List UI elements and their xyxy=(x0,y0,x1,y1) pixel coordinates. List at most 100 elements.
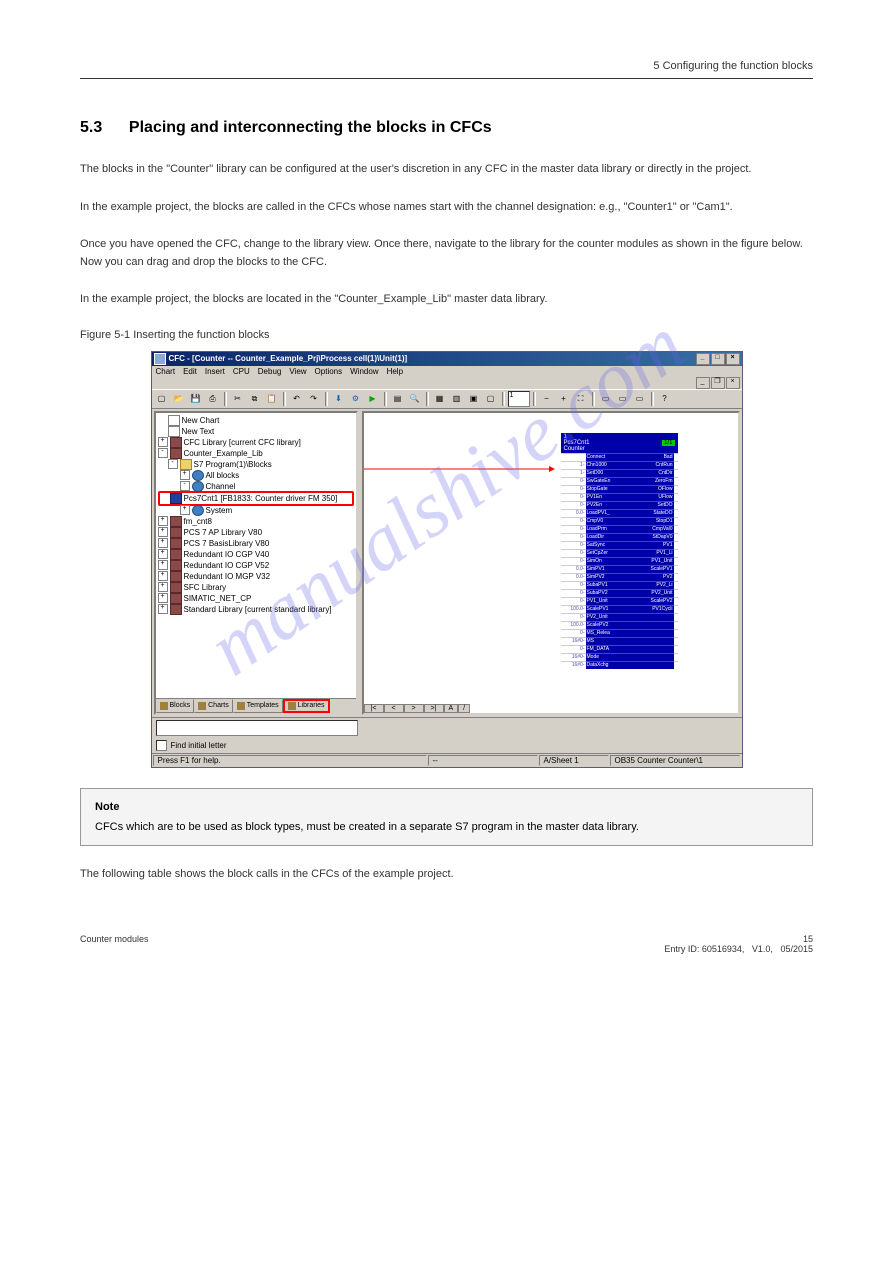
tree-item[interactable]: +All blocks xyxy=(158,470,354,481)
undo-icon[interactable]: ↶ xyxy=(289,391,305,407)
nav-prev-icon[interactable]: < xyxy=(384,704,404,713)
download-icon[interactable]: ⬇ xyxy=(331,391,347,407)
print-icon[interactable]: ⎙ xyxy=(205,391,221,407)
menu-help[interactable]: Help xyxy=(387,367,403,376)
zoom-out-icon[interactable]: − xyxy=(539,391,555,407)
tool3-icon[interactable]: ▭ xyxy=(632,391,648,407)
cut-icon[interactable]: ✂ xyxy=(230,391,246,407)
menu-view[interactable]: View xyxy=(289,367,306,376)
expand-icon[interactable]: + xyxy=(158,571,168,581)
expand-icon[interactable]: + xyxy=(158,437,168,447)
layout2-icon[interactable]: ▥ xyxy=(449,391,465,407)
block-io-row[interactable]: 0.0-LoadPV1_StateDO xyxy=(561,509,678,517)
block-io-row[interactable]: 100.0-ScalePV1PV1Cycli xyxy=(561,605,678,613)
layout1-icon[interactable]: ▦ xyxy=(432,391,448,407)
menu-debug[interactable]: Debug xyxy=(258,367,282,376)
expand-icon[interactable]: + xyxy=(158,538,168,548)
mdi-restore-button[interactable]: ❐ xyxy=(711,377,725,389)
tree-item[interactable]: New Chart xyxy=(158,415,354,426)
block-io-row[interactable]: 0-PV1_UnitScalePV2 xyxy=(561,597,678,605)
block-io-row[interactable]: 0-CmpV0StopD1 xyxy=(561,517,678,525)
copy-icon[interactable]: ⧉ xyxy=(247,391,263,407)
collapse-icon[interactable]: - xyxy=(180,481,190,491)
expand-icon[interactable]: + xyxy=(158,582,168,592)
save-icon[interactable]: 💾 xyxy=(188,391,204,407)
expand-icon[interactable]: + xyxy=(158,593,168,603)
mdi-close-button[interactable]: × xyxy=(726,377,740,389)
block-io-row[interactable]: ConnectBad xyxy=(561,453,678,461)
block-io-row[interactable]: 0-SwGateEnZeroFm xyxy=(561,477,678,485)
expand-icon[interactable]: + xyxy=(158,560,168,570)
find-icon[interactable]: 🔍 xyxy=(407,391,423,407)
menu-options[interactable]: Options xyxy=(315,367,343,376)
block-io-row[interactable]: 0-SubaPV2PV2_Unit xyxy=(561,589,678,597)
nav-first-icon[interactable]: |< xyxy=(364,704,384,713)
expand-icon[interactable]: + xyxy=(180,505,190,515)
expand-icon[interactable]: + xyxy=(158,549,168,559)
tree-item[interactable]: +CFC Library [current CFC library] xyxy=(158,437,354,448)
block-io-row[interactable]: 0-LoadDirStDapV0 xyxy=(561,533,678,541)
block-io-row[interactable]: 0-PV1EnUFlow xyxy=(561,493,678,501)
collapse-icon[interactable]: - xyxy=(158,448,168,458)
tab-blocks[interactable]: Blocks xyxy=(156,699,195,713)
tree-item[interactable]: +Standard Library [current standard libr… xyxy=(158,604,354,615)
block-io-row[interactable]: 0.0-SimPV1ScalePV1 xyxy=(561,565,678,573)
block-io-row[interactable]: 1-Chn1000CntRun xyxy=(561,461,678,469)
maximize-button[interactable]: □ xyxy=(711,353,725,365)
menu-window[interactable]: Window xyxy=(350,367,378,376)
tree-item[interactable]: +Redundant IO CGP V40 xyxy=(158,549,354,560)
tree-item[interactable]: +fm_cnt8 xyxy=(158,516,354,527)
zoom-in-icon[interactable]: + xyxy=(556,391,572,407)
expand-icon[interactable]: + xyxy=(158,527,168,537)
collapse-icon[interactable]: - xyxy=(168,459,178,469)
menu-cpu[interactable]: CPU xyxy=(233,367,250,376)
menu-chart[interactable]: Chart xyxy=(156,367,176,376)
block-io-row[interactable]: 0-SimOnPV1_Unit xyxy=(561,557,678,565)
block-io-row[interactable]: 0-MS_Relea xyxy=(561,629,678,637)
redo-icon[interactable]: ↷ xyxy=(306,391,322,407)
tree-item[interactable]: -Counter_Example_Lib xyxy=(158,448,354,459)
new-icon[interactable]: ▢ xyxy=(154,391,170,407)
tool2-icon[interactable]: ▭ xyxy=(615,391,631,407)
block-io-row[interactable]: 0-SetCpZerPV1_Li xyxy=(561,549,678,557)
block-io-row[interactable]: 100.0-ScalePV2 xyxy=(561,621,678,629)
tab-templates[interactable]: Templates xyxy=(233,699,283,713)
filter-combo[interactable] xyxy=(156,720,358,736)
tree-item[interactable]: +Redundant IO MGP V32 xyxy=(158,571,354,582)
close-button[interactable]: × xyxy=(726,353,740,365)
test-icon[interactable]: ▶ xyxy=(365,391,381,407)
block-io-row[interactable]: 1-SetD00CntDir xyxy=(561,469,678,477)
tree-item[interactable]: +SIMATIC_NET_CP xyxy=(158,593,354,604)
tree-item[interactable]: +Redundant IO CGP V52 xyxy=(158,560,354,571)
sheet-tab-a[interactable]: A xyxy=(444,704,459,713)
block-io-row[interactable]: 0-FM_DATA xyxy=(561,645,678,653)
tab-charts[interactable]: Charts xyxy=(194,699,233,713)
chart-canvas[interactable]: 1 Pcs7Cnt1 1/1 Counter ConnectBad1-Chn10… xyxy=(362,411,740,715)
tree-item[interactable]: +PCS 7 BasisLibrary V80 xyxy=(158,538,354,549)
tree-item[interactable]: +PCS 7 AP Library V80 xyxy=(158,527,354,538)
catalog-icon[interactable]: ▤ xyxy=(390,391,406,407)
tree-item[interactable]: -S7 Program(1)\Blocks xyxy=(158,459,354,470)
expand-icon[interactable]: + xyxy=(180,470,190,480)
expand-icon[interactable]: + xyxy=(158,604,168,614)
layout3-icon[interactable]: ▣ xyxy=(466,391,482,407)
block-io-row[interactable]: 0-StopGateOFlow xyxy=(561,485,678,493)
paste-icon[interactable]: 📋 xyxy=(264,391,280,407)
open-icon[interactable]: 📂 xyxy=(171,391,187,407)
minimize-button[interactable]: _ xyxy=(696,353,710,365)
tree-item[interactable]: +SFC Library xyxy=(158,582,354,593)
block-io-row[interactable]: 0-PV2_Unit xyxy=(561,613,678,621)
menu-edit[interactable]: Edit xyxy=(183,367,197,376)
tool1-icon[interactable]: ▭ xyxy=(598,391,614,407)
block-io-row[interactable]: 16#0-DataXchg xyxy=(561,661,678,669)
function-block[interactable]: 1 Pcs7Cnt1 1/1 Counter ConnectBad1-Chn10… xyxy=(561,433,678,669)
menu-insert[interactable]: Insert xyxy=(205,367,225,376)
zoom-fit-icon[interactable]: ⛶ xyxy=(573,391,589,407)
block-io-row[interactable]: 0-SubaPV1PV2_Li xyxy=(561,581,678,589)
block-io-row[interactable]: 0-LoadPrmCmpVal0 xyxy=(561,525,678,533)
layout4-icon[interactable]: ▢ xyxy=(483,391,499,407)
block-io-row[interactable]: 0.0-SimPV2PV2 xyxy=(561,573,678,581)
tree-item[interactable]: +System xyxy=(158,505,354,516)
block-io-row[interactable]: 0-SatSyncPV1 xyxy=(561,541,678,549)
help-icon[interactable]: ? xyxy=(657,391,673,407)
